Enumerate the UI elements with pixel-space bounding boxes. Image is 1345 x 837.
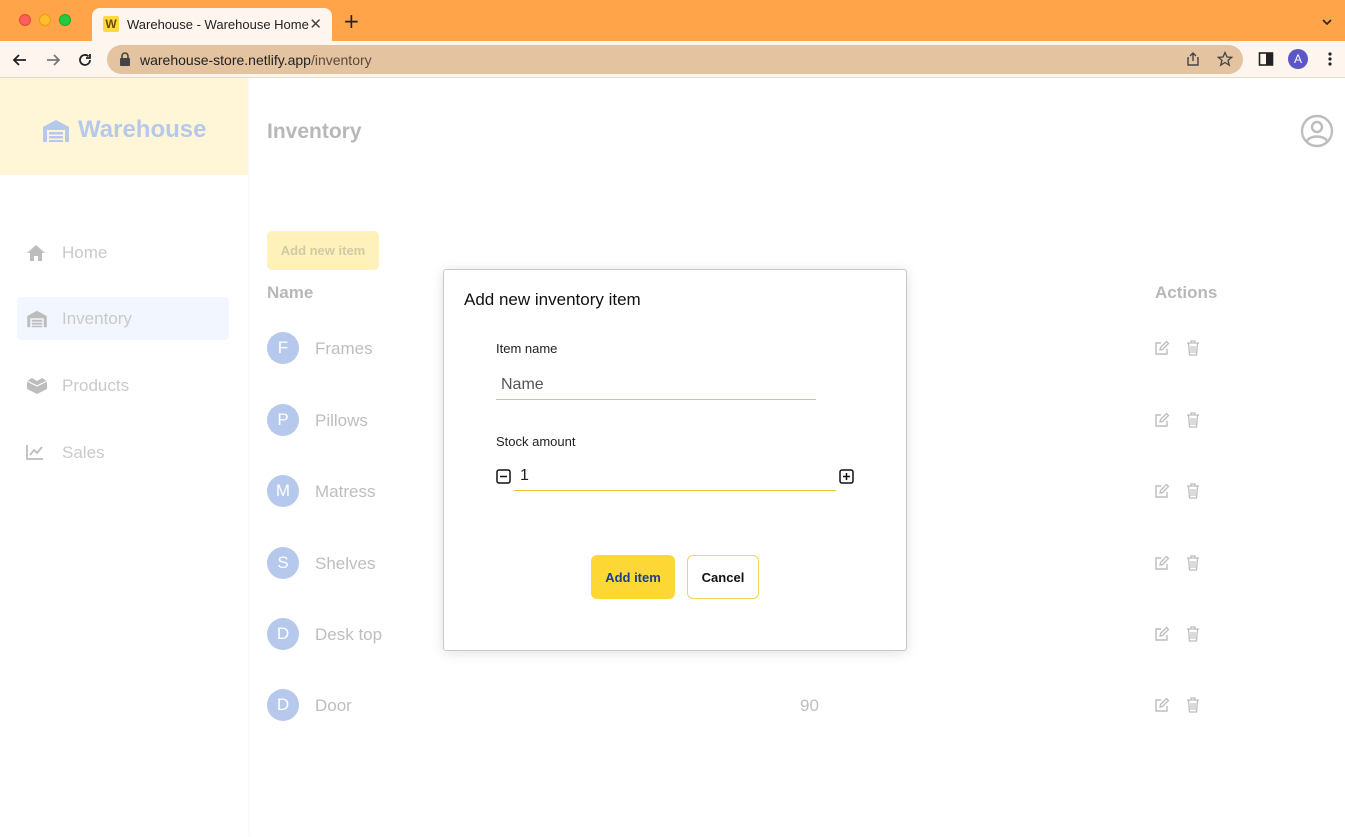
boxes-icon [26, 377, 48, 400]
close-window-button[interactable] [19, 14, 31, 26]
sidebar-item-inventory[interactable]: Inventory [17, 297, 229, 340]
warehouse-icon [42, 119, 70, 148]
reload-icon[interactable] [75, 50, 95, 70]
dialog-title: Add new inventory item [464, 290, 641, 309]
item-avatar: M [267, 475, 299, 507]
browser-tabbar: W Warehouse - Warehouse Home ✕ + [0, 0, 1345, 41]
warehouse-icon [26, 310, 48, 333]
sidebar-item-label: Sales [62, 443, 105, 462]
sidebar: Warehouse Home Inventory Products Sales [0, 78, 248, 837]
add-new-item-button[interactable]: Add new item [267, 231, 379, 270]
trash-icon[interactable] [1186, 412, 1200, 433]
edit-icon[interactable] [1154, 483, 1170, 504]
sidebar-item-sales[interactable]: Sales [17, 431, 229, 474]
url-host: warehouse-store.netlify.app [140, 52, 311, 68]
item-name: Frames [315, 339, 373, 358]
address-bar[interactable]: warehouse-store.netlify.app/inventory [107, 45, 1243, 74]
item-name: Pillows [315, 411, 368, 430]
browser-toolbar: warehouse-store.netlify.app/inventory A [0, 41, 1345, 78]
side-panel-icon[interactable] [1258, 51, 1274, 72]
item-name-input[interactable] [496, 370, 816, 400]
add-item-dialog: Add new inventory item Item name Stock a… [443, 269, 907, 651]
edit-icon[interactable] [1154, 626, 1170, 647]
lock-icon [119, 52, 131, 71]
new-tab-icon[interactable]: + [343, 11, 360, 31]
url-path: /inventory [310, 52, 372, 68]
trash-icon[interactable] [1186, 340, 1200, 361]
sidebar-item-home[interactable]: Home [17, 231, 229, 274]
sidebar-item-products[interactable]: Products [17, 364, 229, 407]
sidebar-item-label: Home [62, 243, 108, 262]
page-title: Inventory [267, 120, 362, 143]
table-row: D Door 90 [267, 688, 1267, 722]
trash-icon[interactable] [1186, 697, 1200, 718]
tab-close-icon[interactable]: ✕ [309, 16, 322, 32]
sidebar-item-label: Products [62, 376, 130, 395]
stock-amount-label: Stock amount [496, 434, 576, 449]
item-stock: 90 [800, 696, 819, 715]
cancel-button[interactable]: Cancel [687, 555, 759, 599]
sidebar-item-label: Inventory [62, 309, 132, 328]
bookmark-star-icon[interactable] [1216, 50, 1234, 72]
edit-icon[interactable] [1154, 412, 1170, 433]
profile-avatar[interactable]: A [1288, 49, 1308, 69]
item-name: Desk top [315, 625, 383, 644]
back-arrow-icon[interactable] [10, 50, 30, 70]
forward-arrow-icon[interactable] [43, 50, 63, 70]
item-avatar: D [267, 618, 299, 650]
share-icon[interactable] [1185, 51, 1201, 72]
maximize-window-button[interactable] [59, 14, 71, 26]
url-text: warehouse-store.netlify.app/inventory [140, 52, 372, 68]
edit-icon[interactable] [1154, 555, 1170, 576]
add-item-button[interactable]: Add item [591, 555, 675, 599]
home-icon [26, 244, 46, 267]
brand-header: Warehouse [0, 78, 248, 175]
item-name: Shelves [315, 554, 376, 573]
minimize-window-button[interactable] [39, 14, 51, 26]
account-circle-icon[interactable] [1300, 114, 1334, 153]
trash-icon[interactable] [1186, 555, 1200, 576]
item-name: Door [315, 696, 352, 715]
column-header-name: Name [267, 283, 314, 302]
trash-icon[interactable] [1186, 483, 1200, 504]
trash-icon[interactable] [1186, 626, 1200, 647]
brand-name: Warehouse [78, 116, 207, 143]
browser-tab[interactable]: W Warehouse - Warehouse Home ✕ [92, 8, 332, 41]
edit-icon[interactable] [1154, 697, 1170, 718]
item-avatar: P [267, 404, 299, 436]
favicon-icon: W [103, 16, 119, 32]
edit-icon[interactable] [1154, 340, 1170, 361]
kebab-menu-icon[interactable] [1326, 51, 1334, 72]
item-name-label: Item name [496, 341, 558, 356]
stock-amount-input[interactable] [514, 461, 836, 491]
column-header-actions: Actions [1155, 283, 1218, 302]
plus-square-icon[interactable] [839, 469, 854, 489]
chart-line-icon [26, 444, 44, 465]
chevron-down-icon[interactable] [1321, 15, 1333, 33]
tab-title: Warehouse - Warehouse Home [127, 17, 309, 32]
item-avatar: S [267, 547, 299, 579]
item-name: Matress [315, 482, 376, 501]
item-avatar: D [267, 689, 299, 721]
minus-square-icon[interactable] [496, 469, 511, 489]
item-avatar: F [267, 332, 299, 364]
